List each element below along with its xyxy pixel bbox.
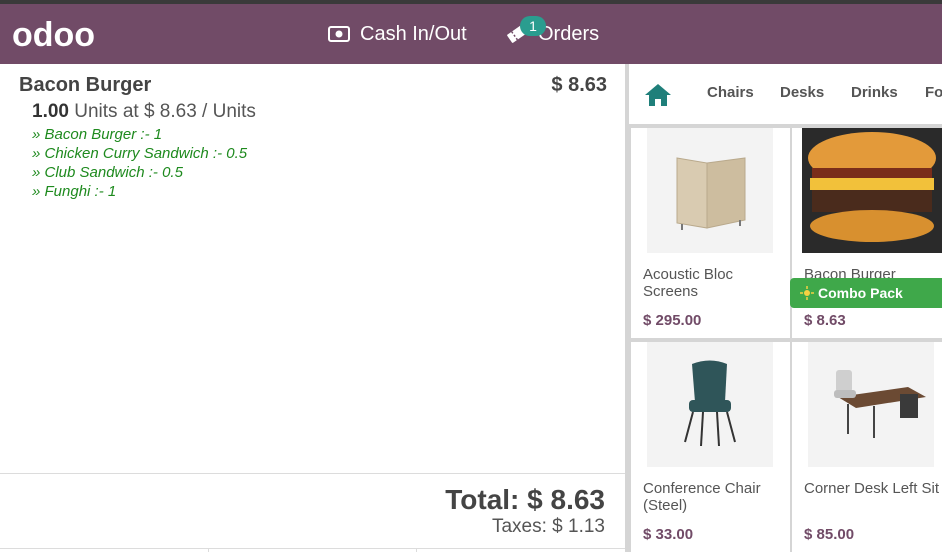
home-icon[interactable] [643, 82, 673, 108]
orders-label: Orders [538, 22, 600, 45]
product-image [808, 342, 934, 467]
product-image [802, 128, 942, 253]
product-name: Corner Desk Left Sit [804, 480, 940, 497]
order-panel: Bacon Burger $ 8.63 1.00 Units at $ 8.63… [0, 64, 625, 552]
category-chairs[interactable]: Chairs [707, 84, 754, 101]
category-desks[interactable]: Desks [780, 84, 824, 101]
actionpad-divider [0, 548, 625, 549]
actionpad-separator [416, 548, 417, 552]
combo-item: » Funghi :- 1 [32, 183, 117, 200]
combo-item: » Club Sandwich :- 0.5 [32, 164, 183, 181]
sparkle-icon [800, 286, 814, 300]
product-name: Conference Chair (Steel) [643, 480, 761, 514]
orders-button[interactable]: 1 Orders [506, 4, 599, 64]
cash-in-out-label: Cash In/Out [360, 22, 467, 45]
odoo-logo: odoo [12, 16, 95, 52]
combo-items-list: » Bacon Burger :- 1 » Chicken Curry Sand… [32, 125, 247, 201]
combo-pack-badge: Combo Pack [790, 278, 942, 308]
order-line-quantity: 1.00 Units at $ 8.63 / Units [32, 101, 256, 123]
order-total: Total: $ 8.63 [445, 484, 605, 515]
category-drinks[interactable]: Drinks [851, 84, 898, 101]
order-taxes: Taxes: $ 1.13 [491, 516, 605, 537]
product-card-corner-desk-left-sit[interactable]: Corner Desk Left Sit $ 85.00 [792, 342, 942, 552]
orders-count-badge: 1 [520, 16, 546, 36]
actionpad-separator [208, 548, 209, 552]
category-food[interactable]: Fo [925, 84, 942, 101]
product-price: $ 8.63 [804, 312, 846, 329]
combo-item: » Bacon Burger :- 1 [32, 126, 163, 143]
cash-icon [328, 26, 350, 42]
product-panel: Chairs Desks Drinks Fo Acoustic Bloc Scr… [629, 64, 942, 552]
product-price: $ 295.00 [643, 312, 702, 329]
product-image [647, 342, 773, 467]
cash-in-out-button[interactable]: Cash In/Out [328, 4, 467, 64]
order-line-product-name: Bacon Burger [19, 74, 152, 96]
product-price: $ 85.00 [804, 526, 855, 543]
order-line-price: $ 8.63 [551, 74, 607, 96]
product-card-conference-chair-steel[interactable]: Conference Chair (Steel) $ 33.00 [631, 342, 790, 552]
pos-header: odoo Cash In/Out 1 Orders [0, 4, 942, 64]
product-name: Acoustic Bloc Screens [643, 266, 734, 300]
product-card-acoustic-bloc-screens[interactable]: Acoustic Bloc Screens $ 295.00 [631, 128, 790, 338]
product-image [647, 128, 773, 253]
category-bar: Chairs Desks Drinks Fo [629, 64, 942, 124]
svg-text:odoo: odoo [12, 16, 95, 52]
unit-price-text: Units at $ 8.63 / Units [74, 101, 256, 122]
quantity-value: 1.00 [32, 101, 69, 122]
combo-item: » Chicken Curry Sandwich :- 0.5 [32, 145, 248, 162]
combo-pack-label: Combo Pack [818, 285, 903, 301]
summary-divider [0, 473, 625, 474]
product-price: $ 33.00 [643, 526, 694, 543]
